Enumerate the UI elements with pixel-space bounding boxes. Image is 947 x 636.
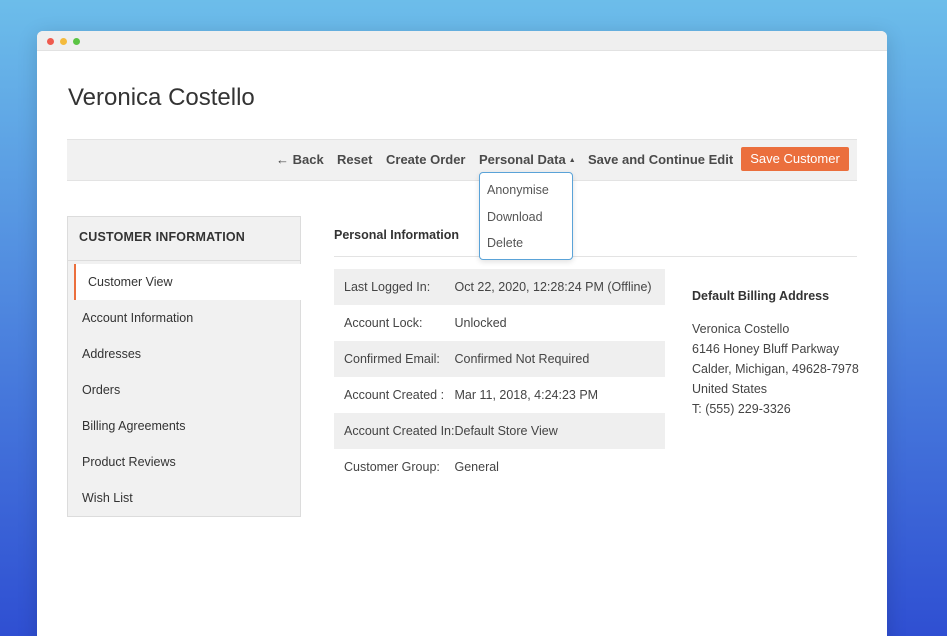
page-title: Veronica Costello [68,84,255,111]
arrow-left-icon: ← [276,152,289,167]
billing-address-line: Veronica Costello [692,322,790,336]
section-divider [334,256,857,257]
personal-data-dropdown: Anonymise Download Delete [479,172,573,260]
row-value: Unlocked [454,316,507,330]
table-row: Confirmed Email: Confirmed Not Required [334,341,665,377]
table-row: Account Created In: Default Store View [334,413,665,449]
billing-phone: T: (555) 229-3326 [692,402,791,416]
row-value: Confirmed Not Required [454,352,590,366]
table-row: Account Created : Mar 11, 2018, 4:24:23 … [334,377,665,413]
dropdown-item-download[interactable]: Download [480,206,572,233]
personal-information-heading: Personal Information [334,228,460,242]
back-button[interactable]: ← Back [276,140,324,180]
personal-data-label: Personal Data [479,152,566,167]
row-label: Customer Group: [344,460,440,474]
billing-address-line: United States [692,382,768,396]
reset-button[interactable]: Reset [337,140,372,180]
row-value: Mar 11, 2018, 4:24:23 PM [454,388,599,402]
create-order-button[interactable]: Create Order [386,140,465,180]
row-value: General [454,460,499,474]
billing-address-heading: Default Billing Address [692,289,830,303]
billing-address-line: 6146 Honey Bluff Parkway [692,342,840,356]
row-label: Account Created In: [344,424,455,438]
table-row: Last Logged In: Oct 22, 2020, 12:28:24 P… [334,269,665,305]
sidebar-item-wish-list[interactable]: Wish List [68,480,300,516]
row-label: Account Lock: [344,316,423,330]
save-customer-button[interactable]: Save Customer [741,147,849,171]
row-label: Confirmed Email: [344,352,440,366]
row-value: Oct 22, 2020, 12:28:24 PM (Offline) [454,280,652,294]
sidebar-item-addresses[interactable]: Addresses [68,336,300,372]
customer-info-sidebar: CUSTOMER INFORMATION Customer View Accou… [67,216,301,517]
browser-window: Veronica Costello ← Back Reset Create Or… [37,31,887,636]
row-value: Default Store View [454,424,558,438]
maximize-window-dot-icon[interactable] [73,38,80,45]
default-billing-address: Default Billing Address Veronica Costell… [692,289,862,419]
billing-address-line: Calder, Michigan, 49628-7978 [692,362,859,376]
close-window-dot-icon[interactable] [47,38,54,45]
sidebar-item-orders[interactable]: Orders [68,372,300,408]
table-row: Customer Group: General [334,449,665,485]
sidebar-item-account-information[interactable]: Account Information [68,300,300,336]
back-button-label: Back [292,152,324,167]
personal-information-table: Last Logged In: Oct 22, 2020, 12:28:24 P… [334,269,665,485]
dropdown-item-anonymise[interactable]: Anonymise [480,179,572,206]
row-label: Account Created : [344,388,445,402]
sidebar-item-billing-agreements[interactable]: Billing Agreements [68,408,300,444]
sidebar-item-product-reviews[interactable]: Product Reviews [68,444,300,480]
sidebar-item-customer-view[interactable]: Customer View [74,264,301,300]
sidebar-heading: CUSTOMER INFORMATION [68,217,300,261]
row-label: Last Logged In: [344,280,431,294]
table-row: Account Lock: Unlocked [334,305,665,341]
caret-up-icon: ▲ [568,157,576,164]
dropdown-item-delete[interactable]: Delete [480,232,572,259]
window-titlebar [37,31,887,51]
minimize-window-dot-icon[interactable] [60,38,67,45]
save-and-continue-button[interactable]: Save and Continue Edit [588,140,733,180]
page-actions-toolbar: ← Back Reset Create Order Personal Data ▲… [67,139,857,181]
